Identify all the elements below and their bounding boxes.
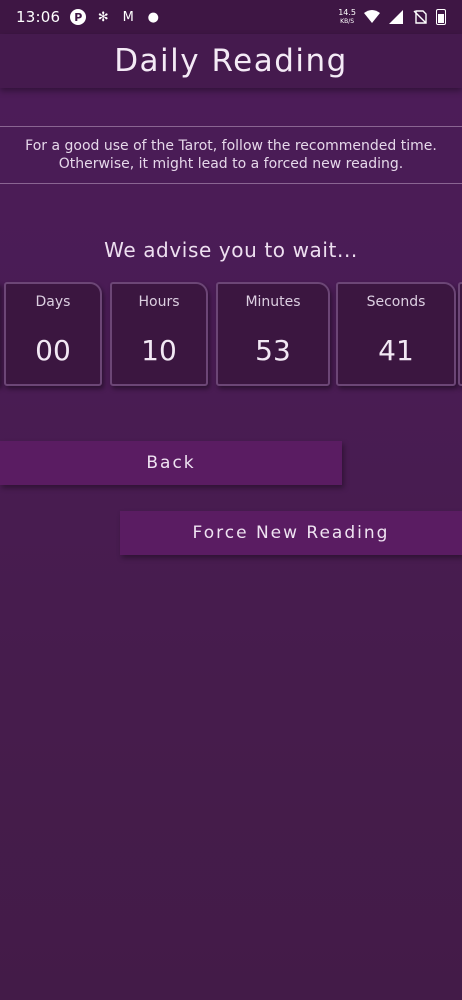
countdown-hours-card: Hours 10 [110,282,208,386]
net-speed-unit: KB/S [340,17,355,25]
countdown-hours-value: 10 [141,334,177,367]
card-edge-right [458,282,462,386]
back-button[interactable]: Back [0,441,342,485]
app-header: Daily Reading [0,34,462,88]
chat-bubble-icon: ● [147,9,159,25]
wait-heading: We advise you to wait... [104,238,358,262]
no-sim-icon [412,9,428,25]
gmail-icon: M [122,9,134,25]
countdown-seconds-label: Seconds [366,294,426,310]
p-badge-icon: P [70,9,87,25]
countdown-seconds-card: Seconds 41 [336,282,456,386]
countdown-days-card: Days 00 [4,282,102,386]
net-speed: 14.5 KB/S [338,7,356,26]
page-title: Daily Reading [114,43,348,79]
signal-icon [388,9,404,25]
fan-icon: ✻ [97,9,109,25]
countdown-minutes-label: Minutes [245,294,301,310]
recommendation-notice: For a good use of the Tarot, follow the … [0,126,462,184]
countdown-minutes-value: 53 [255,334,291,367]
countdown-days-label: Days [35,294,71,310]
countdown-minutes-card: Minutes 53 [216,282,330,386]
countdown-cards: Days 00 Hours 10 Minutes 53 Seconds 41 [0,282,462,386]
force-new-reading-button[interactable]: Force New Reading [120,511,462,555]
status-bar: 13:06 P ✻ M ● 14.5 KB/S [0,0,462,34]
countdown-seconds-value: 41 [378,334,414,367]
battery-icon [436,9,446,25]
system-icons: 14.5 KB/S [338,7,446,26]
countdown-days-value: 00 [35,334,71,367]
notification-icons: P ✻ M ● [70,9,161,25]
net-speed-value: 14.5 [338,7,356,17]
countdown-hours-label: Hours [138,294,180,310]
status-time: 13:06 [16,8,61,26]
wifi-icon [364,9,380,25]
notice-text: For a good use of the Tarot, follow the … [25,138,437,172]
